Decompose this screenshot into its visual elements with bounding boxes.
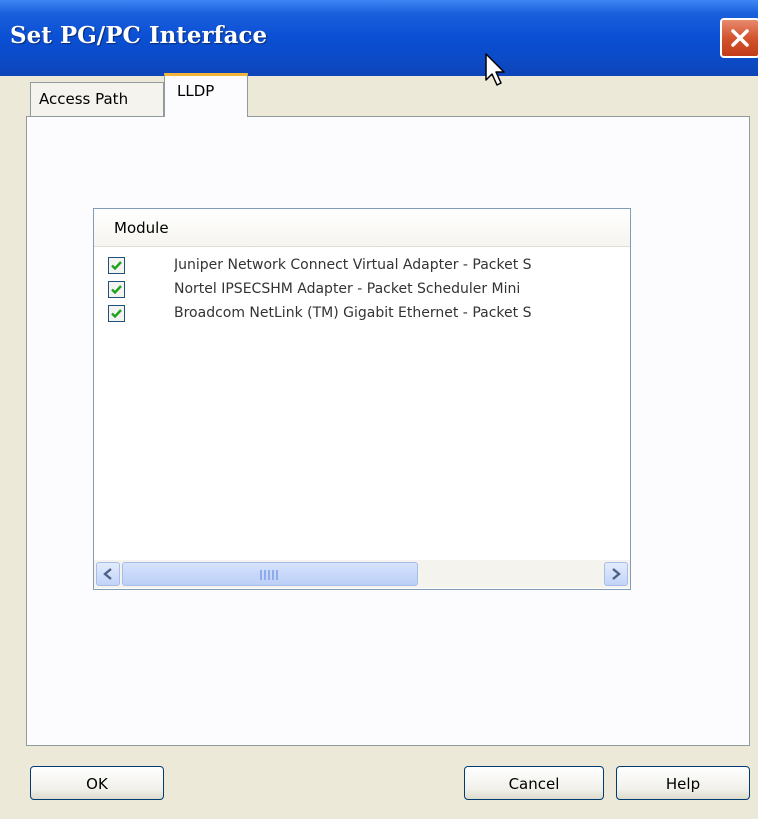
- list-item[interactable]: Broadcom NetLink (TM) Gigabit Ethernet -…: [94, 303, 630, 327]
- column-header-module[interactable]: Module: [94, 209, 630, 247]
- tab-label: Access Path: [39, 90, 129, 108]
- checkmark-icon: [111, 309, 122, 319]
- mouse-cursor-icon: [485, 53, 505, 86]
- title-bar[interactable]: Set PG/PC Interface: [0, 0, 758, 76]
- checkmark-icon: [111, 261, 122, 271]
- module-label: Nortel IPSECSHM Adapter - Packet Schedul…: [174, 281, 521, 297]
- scrollbar-thumb[interactable]: [122, 562, 418, 586]
- column-header-label: Module: [114, 219, 169, 237]
- module-checkbox[interactable]: [108, 257, 125, 274]
- tab-access-path[interactable]: Access Path: [30, 82, 164, 116]
- window-title: Set PG/PC Interface: [10, 22, 268, 49]
- scroll-left-arrow-icon: [103, 568, 112, 580]
- close-button[interactable]: [720, 18, 758, 58]
- module-label: Juniper Network Connect Virtual Adapter …: [174, 257, 532, 273]
- checkmark-icon: [111, 285, 122, 295]
- scroll-right-button[interactable]: [604, 562, 628, 586]
- module-list[interactable]: Module Juniper Network Connect Virtual A…: [93, 208, 631, 590]
- scrollbar-grip: [260, 570, 280, 580]
- cancel-button[interactable]: Cancel: [464, 766, 604, 800]
- tab-lldp[interactable]: LLDP: [164, 73, 248, 117]
- help-button[interactable]: Help: [616, 766, 750, 800]
- close-icon: [731, 29, 749, 47]
- ok-button[interactable]: OK: [30, 766, 164, 800]
- module-label: Broadcom NetLink (TM) Gigabit Ethernet -…: [174, 305, 532, 321]
- tab-label: LLDP: [177, 82, 215, 100]
- horizontal-scrollbar[interactable]: [94, 560, 630, 588]
- module-checkbox[interactable]: [108, 305, 125, 322]
- tab-panel-lldp: Module Juniper Network Connect Virtual A…: [26, 116, 750, 746]
- list-item[interactable]: Nortel IPSECSHM Adapter - Packet Schedul…: [94, 279, 630, 303]
- module-checkbox[interactable]: [108, 281, 125, 298]
- scroll-right-arrow-icon: [612, 568, 621, 580]
- scroll-left-button[interactable]: [96, 562, 120, 586]
- list-item[interactable]: Juniper Network Connect Virtual Adapter …: [94, 255, 630, 279]
